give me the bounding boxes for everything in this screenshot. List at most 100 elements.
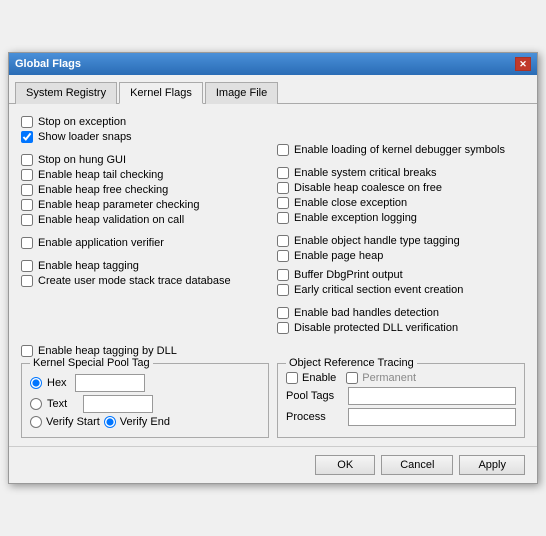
obj-permanent-label[interactable]: Permanent [362,372,416,384]
tab-strip: System Registry Kernel Flags Image File [9,75,537,104]
bottom-group-boxes: Kernel Special Pool Tag Hex Text [21,363,525,438]
heap-coalesce-checkbox[interactable] [277,182,289,194]
process-input[interactable] [348,408,516,426]
text-input[interactable] [83,395,153,413]
checkbox-heap-coalesce: Disable heap coalesce on free [277,182,525,194]
user-mode-stack-label[interactable]: Create user mode stack trace database [38,275,231,287]
checkbox-app-verifier: Enable application verifier [21,237,269,249]
heap-free-checkbox[interactable] [21,184,33,196]
protected-dll-checkbox[interactable] [277,322,289,334]
stop-hung-gui-label[interactable]: Stop on hung GUI [38,154,126,166]
load-kernel-dbg-label[interactable]: Enable loading of kernel debugger symbol… [294,144,505,156]
verify-start-radio[interactable] [30,416,42,428]
checkbox-load-kernel-dbg: Enable loading of kernel debugger symbol… [277,144,525,156]
checkbox-heap-free: Enable heap free checking [21,184,269,196]
heap-validation-checkbox[interactable] [21,214,33,226]
heap-tagging-dll-checkbox[interactable] [21,345,33,357]
verify-row: Verify Start Verify End [30,416,260,428]
hex-radio[interactable] [30,377,42,389]
checkbox-close-exception: Enable close exception [277,197,525,209]
checkbox-heap-validation: Enable heap validation on call [21,214,269,226]
checkbox-show-loader-snaps: Show loader snaps [21,131,269,143]
stop-hung-gui-checkbox[interactable] [21,154,33,166]
apply-button[interactable]: Apply [459,455,525,475]
heap-tagging-dll-label[interactable]: Enable heap tagging by DLL [38,345,177,357]
checkbox-protected-dll: Disable protected DLL verification [277,322,525,334]
process-row: Process [286,408,516,426]
enable-row: Enable Permanent [286,372,516,384]
protected-dll-label[interactable]: Disable protected DLL verification [294,322,458,334]
text-radio[interactable] [30,398,42,410]
pool-tags-row: Pool Tags [286,387,516,405]
checkbox-stop-exception: Stop on exception [21,116,269,128]
sys-critical-checkbox[interactable] [277,167,289,179]
obj-enable-checkbox[interactable] [286,372,298,384]
exception-logging-checkbox[interactable] [277,212,289,224]
heap-free-label[interactable]: Enable heap free checking [38,184,168,196]
verify-start-label[interactable]: Verify Start [46,416,100,428]
heap-validation-label[interactable]: Enable heap validation on call [38,214,184,226]
bad-handles-checkbox[interactable] [277,307,289,319]
verify-end-radio[interactable] [104,416,116,428]
close-exception-checkbox[interactable] [277,197,289,209]
page-heap-checkbox[interactable] [277,250,289,262]
heap-tail-label[interactable]: Enable heap tail checking [38,169,163,181]
obj-permanent-checkbox[interactable] [346,372,358,384]
app-verifier-checkbox[interactable] [21,237,33,249]
tab-kernel-flags[interactable]: Kernel Flags [119,82,203,104]
bottom-section: Enable heap tagging by DLL Kernel Specia… [21,345,525,438]
tab-image-file[interactable]: Image File [205,82,278,104]
close-button[interactable]: ✕ [515,57,531,71]
show-loader-snaps-label[interactable]: Show loader snaps [38,131,132,143]
obj-enable-label[interactable]: Enable [302,372,336,384]
stop-exception-checkbox[interactable] [21,116,33,128]
load-kernel-dbg-checkbox[interactable] [277,144,289,156]
text-label[interactable]: Text [47,398,67,410]
stop-exception-label[interactable]: Stop on exception [38,116,126,128]
main-columns: Stop on exception Show loader snaps Stop… [21,114,525,337]
kernel-special-pool-title: Kernel Special Pool Tag [30,357,153,369]
title-bar: Global Flags ✕ [9,53,537,75]
hex-label[interactable]: Hex [47,377,67,389]
dbgprint-checkbox[interactable] [277,269,289,281]
kernel-special-pool-group: Kernel Special Pool Tag Hex Text [21,363,269,438]
heap-param-label[interactable]: Enable heap parameter checking [38,199,199,211]
dbgprint-label[interactable]: Buffer DbgPrint output [294,269,403,281]
close-exception-label[interactable]: Enable close exception [294,197,407,209]
exception-logging-label[interactable]: Enable exception logging [294,212,417,224]
checkbox-bad-handles: Enable bad handles detection [277,307,525,319]
process-label: Process [286,411,344,423]
checkbox-stop-hung-gui: Stop on hung GUI [21,154,269,166]
user-mode-stack-checkbox[interactable] [21,275,33,287]
heap-tagging-label[interactable]: Enable heap tagging [38,260,139,272]
verify-end-label[interactable]: Verify End [120,416,170,428]
obj-handle-checkbox[interactable] [277,235,289,247]
hex-input[interactable] [75,374,145,392]
heap-tail-checkbox[interactable] [21,169,33,181]
heap-coalesce-label[interactable]: Disable heap coalesce on free [294,182,442,194]
page-heap-label[interactable]: Enable page heap [294,250,383,262]
object-ref-tracing-group: Object Reference Tracing Enable Permanen… [277,363,525,438]
global-flags-window: Global Flags ✕ System Registry Kernel Fl… [8,52,538,484]
show-loader-snaps-checkbox[interactable] [21,131,33,143]
radio-text: Text [30,395,260,413]
checkbox-user-mode-stack: Create user mode stack trace database [21,275,269,287]
checkbox-early-critical: Early critical section event creation [277,284,525,296]
early-critical-checkbox[interactable] [277,284,289,296]
checkbox-heap-tagging-dll: Enable heap tagging by DLL [21,345,525,357]
bad-handles-label[interactable]: Enable bad handles detection [294,307,439,319]
obj-handle-label[interactable]: Enable object handle type tagging [294,235,460,247]
pool-tags-input[interactable] [348,387,516,405]
sys-critical-label[interactable]: Enable system critical breaks [294,167,436,179]
heap-param-checkbox[interactable] [21,199,33,211]
tab-system-registry[interactable]: System Registry [15,82,117,104]
ok-button[interactable]: OK [315,455,375,475]
left-column: Stop on exception Show loader snaps Stop… [21,116,269,337]
object-ref-title: Object Reference Tracing [286,357,417,369]
cancel-button[interactable]: Cancel [381,455,453,475]
heap-tagging-checkbox[interactable] [21,260,33,272]
checkbox-dbgprint: Buffer DbgPrint output [277,269,525,281]
window-title: Global Flags [15,58,81,70]
app-verifier-label[interactable]: Enable application verifier [38,237,164,249]
early-critical-label[interactable]: Early critical section event creation [294,284,463,296]
